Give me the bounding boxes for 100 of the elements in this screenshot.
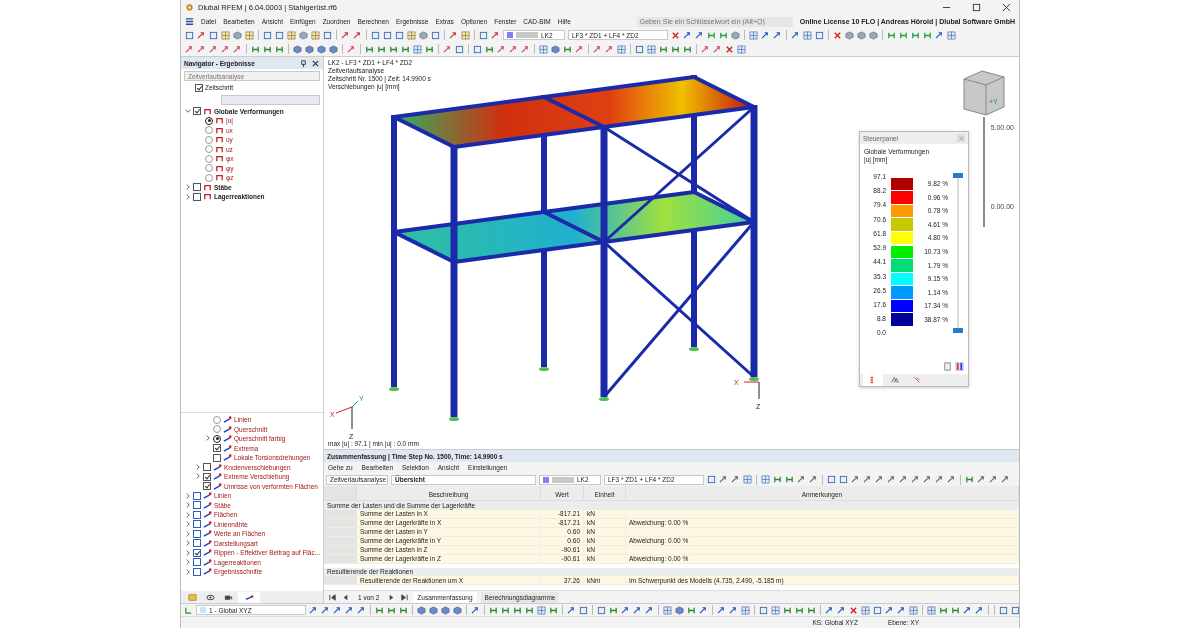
expander-icon[interactable] xyxy=(204,435,211,442)
checkbox[interactable] xyxy=(193,491,201,500)
node-icon[interactable] xyxy=(425,44,434,54)
arrow-icon[interactable] xyxy=(825,605,834,615)
arrow-icon[interactable] xyxy=(605,44,614,54)
checkbox[interactable] xyxy=(193,539,201,548)
grid-icon[interactable] xyxy=(647,44,656,54)
arrow-icon[interactable] xyxy=(593,44,602,54)
zigzag-icon[interactable] xyxy=(891,376,899,384)
node-icon[interactable] xyxy=(911,30,920,40)
arrow-icon[interactable] xyxy=(717,605,726,615)
node-icon[interactable] xyxy=(719,30,728,40)
radio-button[interactable] xyxy=(205,126,213,135)
node-icon[interactable] xyxy=(899,30,908,40)
node-icon[interactable] xyxy=(609,605,618,615)
cube-icon[interactable] xyxy=(233,30,242,40)
node-icon[interactable] xyxy=(783,605,792,615)
arrow-icon[interactable] xyxy=(935,30,944,40)
arrow-icon[interactable] xyxy=(975,605,984,615)
grid-icon[interactable] xyxy=(743,475,752,484)
checkbox[interactable] xyxy=(195,83,203,92)
cube-icon[interactable] xyxy=(419,30,428,40)
cross-icon[interactable] xyxy=(671,30,680,40)
grid-icon[interactable] xyxy=(909,605,918,615)
grid-icon[interactable] xyxy=(741,605,750,615)
checkbox[interactable] xyxy=(193,183,201,192)
checkbox[interactable] xyxy=(203,482,211,491)
expander-icon[interactable] xyxy=(184,193,191,200)
node-icon[interactable] xyxy=(707,30,716,40)
node-icon[interactable] xyxy=(687,605,696,615)
arrow-icon[interactable] xyxy=(1001,475,1010,484)
node-icon[interactable] xyxy=(549,605,558,615)
cross-icon[interactable] xyxy=(849,605,858,615)
grid-icon[interactable] xyxy=(803,30,812,40)
arrow-icon[interactable] xyxy=(773,30,782,40)
arrow-icon[interactable] xyxy=(341,30,350,40)
window-icon[interactable] xyxy=(323,30,332,40)
node-icon[interactable] xyxy=(939,605,948,615)
node-icon[interactable] xyxy=(275,44,284,54)
grid-icon[interactable] xyxy=(861,605,870,615)
node-icon[interactable] xyxy=(401,44,410,54)
arrow-icon[interactable] xyxy=(321,605,330,615)
arrow-icon[interactable] xyxy=(935,475,944,484)
grid-icon[interactable] xyxy=(947,30,956,40)
arrow-icon[interactable] xyxy=(729,605,738,615)
arrow-icon[interactable] xyxy=(209,44,218,54)
arrow-icon[interactable] xyxy=(347,44,356,54)
arrow-icon[interactable] xyxy=(699,605,708,615)
window-icon[interactable] xyxy=(431,30,440,40)
node-icon[interactable] xyxy=(389,44,398,54)
node-icon[interactable] xyxy=(399,605,408,615)
arrow-icon[interactable] xyxy=(333,605,342,615)
arrow-icon[interactable] xyxy=(197,30,206,40)
radio-button[interactable] xyxy=(205,145,213,154)
checkbox[interactable] xyxy=(193,529,201,538)
checkbox[interactable] xyxy=(203,463,211,472)
arrow-icon[interactable] xyxy=(443,44,452,54)
cube-icon[interactable] xyxy=(675,605,684,615)
slider-thumb[interactable] xyxy=(953,173,963,178)
node-icon[interactable] xyxy=(485,44,494,54)
arrow-icon[interactable] xyxy=(887,475,896,484)
arrow-icon[interactable] xyxy=(863,475,872,484)
window-icon[interactable] xyxy=(209,30,218,40)
member-icon[interactable] xyxy=(244,593,254,602)
arrow-icon[interactable] xyxy=(977,475,986,484)
arrow-icon[interactable] xyxy=(837,605,846,615)
expander-icon[interactable] xyxy=(184,184,191,191)
node-icon[interactable] xyxy=(525,605,534,615)
radio-button[interactable] xyxy=(205,164,213,173)
node-icon[interactable] xyxy=(365,44,374,54)
line-icon[interactable] xyxy=(913,376,921,384)
maximize-icon[interactable] xyxy=(971,3,981,12)
radio-button[interactable] xyxy=(205,173,213,182)
checkbox[interactable] xyxy=(193,192,201,201)
grid-icon[interactable] xyxy=(761,475,770,484)
legend-tab[interactable] xyxy=(863,374,883,386)
grid-icon[interactable] xyxy=(245,30,254,40)
arrow-icon[interactable] xyxy=(963,605,972,615)
arrow-icon[interactable] xyxy=(923,475,932,484)
arrow-icon[interactable] xyxy=(633,605,642,615)
grid-icon[interactable] xyxy=(771,605,780,615)
radio-button[interactable] xyxy=(213,425,221,434)
arrow-icon[interactable] xyxy=(491,30,500,40)
arrow-icon[interactable] xyxy=(185,44,194,54)
axes-icon[interactable] xyxy=(184,605,193,615)
window-icon[interactable] xyxy=(185,30,194,40)
window-icon[interactable] xyxy=(815,30,824,40)
node-icon[interactable] xyxy=(683,44,692,54)
arrow-icon[interactable] xyxy=(897,605,906,615)
checkbox[interactable] xyxy=(203,472,211,481)
slider-thumb[interactable] xyxy=(953,328,963,333)
radio-button[interactable] xyxy=(213,434,221,443)
close-icon[interactable] xyxy=(1001,3,1011,12)
model-viewport[interactable] xyxy=(324,57,1019,449)
cube-icon[interactable] xyxy=(551,44,560,54)
node-icon[interactable] xyxy=(387,605,396,615)
arrow-icon[interactable] xyxy=(567,605,576,615)
node-icon[interactable] xyxy=(795,605,804,615)
window-icon[interactable] xyxy=(707,475,716,484)
close-icon[interactable] xyxy=(311,58,320,68)
